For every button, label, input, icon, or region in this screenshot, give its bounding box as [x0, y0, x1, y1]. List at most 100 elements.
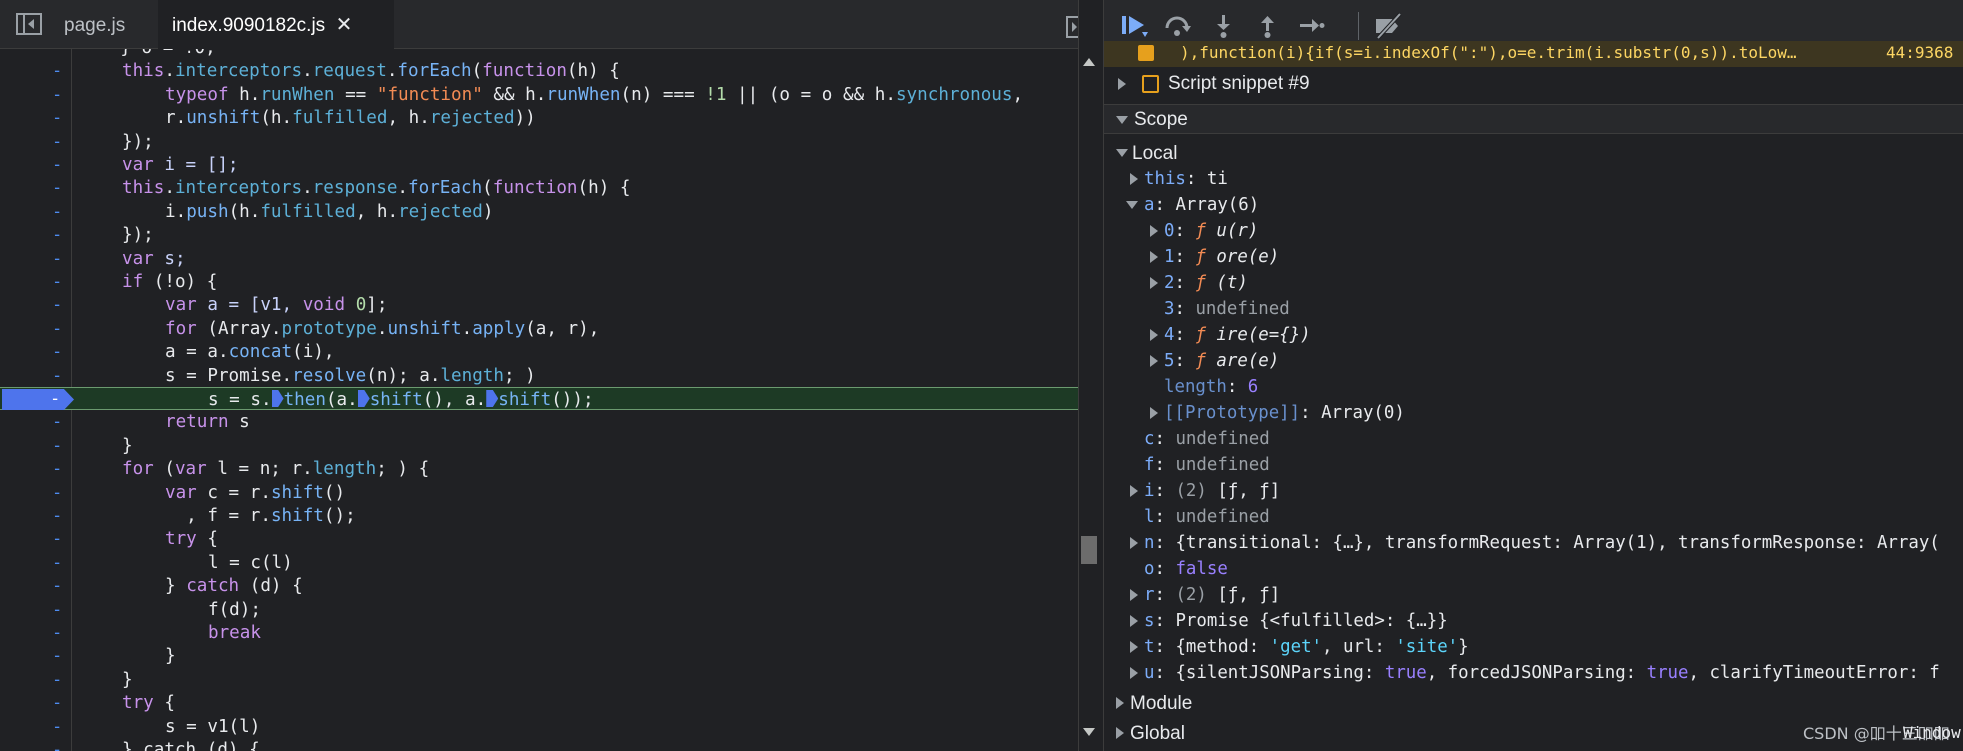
code-line[interactable]: - } catch (d) {	[0, 574, 1078, 598]
code-line[interactable]: - this.interceptors.response.forEach(fun…	[0, 176, 1078, 200]
line-gutter[interactable]: -	[0, 527, 72, 551]
deactivate-breakpoints-button[interactable]	[1372, 12, 1404, 40]
code-line[interactable]: - } o = !0;	[0, 49, 1078, 60]
code-line[interactable]: - f(d);	[0, 597, 1078, 621]
resume-button[interactable]	[1120, 12, 1152, 40]
expand-triangle-icon[interactable]	[1130, 641, 1138, 653]
collapse-triangle-icon[interactable]	[1116, 116, 1128, 124]
code-line[interactable]: - for (var l = n; r.length; ) {	[0, 457, 1078, 481]
scope-property[interactable]: n: {transitional: {…}, transformRequest:…	[1104, 530, 1963, 556]
scope-property[interactable]: length: 6	[1104, 374, 1963, 400]
code-line[interactable]: - var c = r.shift()	[0, 480, 1078, 504]
inline-breakpoint-icon[interactable]	[357, 390, 370, 407]
line-gutter[interactable]: -	[0, 49, 72, 60]
scope-property[interactable]: l: undefined	[1104, 504, 1963, 530]
line-gutter[interactable]: -	[0, 293, 72, 317]
code-line[interactable]: - break	[0, 621, 1078, 645]
scope-property[interactable]: t: {method: 'get', url: 'site'}	[1104, 634, 1963, 660]
line-gutter[interactable]: -	[0, 223, 72, 247]
collapse-triangle-icon[interactable]	[1116, 149, 1128, 157]
line-gutter[interactable]: -	[0, 714, 72, 738]
line-gutter[interactable]: -	[0, 153, 72, 177]
scope-section-header[interactable]: Scope	[1104, 104, 1963, 134]
expand-triangle-icon[interactable]	[1150, 355, 1158, 367]
scope-property[interactable]: r: (2) [ƒ, ƒ]	[1104, 582, 1963, 608]
tab-index-js[interactable]: index.9090182c.js ✕	[158, 0, 394, 49]
line-gutter[interactable]: -	[0, 129, 72, 153]
line-gutter[interactable]: -	[0, 550, 72, 575]
expand-triangle-icon[interactable]	[1130, 537, 1138, 549]
line-gutter[interactable]: -	[0, 480, 72, 504]
expand-triangle-icon[interactable]	[1150, 407, 1158, 419]
expand-triangle-icon[interactable]	[1150, 225, 1158, 237]
scope-property[interactable]: u: {silentJSONParsing: true, forcedJSONP…	[1104, 660, 1963, 686]
code-editor[interactable]: - } o = !0; - this.interceptors.request.…	[0, 49, 1078, 751]
code-line[interactable]: - , f = r.shift();	[0, 504, 1078, 528]
code-line[interactable]: - } catch (d) {	[0, 738, 1078, 751]
step-out-button[interactable]	[1252, 12, 1284, 40]
scope-property[interactable]: f: undefined	[1104, 452, 1963, 478]
close-tab-icon[interactable]: ✕	[332, 12, 356, 36]
line-gutter[interactable]: -	[0, 59, 72, 83]
editor-scrollbar[interactable]	[1078, 0, 1099, 751]
scope-property[interactable]: s: Promise {<fulfilled>: {…}}	[1104, 608, 1963, 634]
scope-property[interactable]: 4: ƒ ire(e={})	[1104, 322, 1963, 348]
inline-breakpoint-icon[interactable]	[486, 390, 499, 407]
scope-local[interactable]: Local	[1104, 140, 1963, 166]
scope-property[interactable]: 5: ƒ are(e)	[1104, 348, 1963, 374]
execution-pointer-marker[interactable]: -	[2, 389, 74, 410]
code-line[interactable]: - s = v1(l)	[0, 714, 1078, 738]
code-line[interactable]: - try {	[0, 691, 1078, 715]
toggle-navigator-icon[interactable]	[16, 12, 42, 36]
expand-triangle-icon[interactable]	[1130, 615, 1138, 627]
code-line[interactable]: - }	[0, 644, 1078, 668]
scope-property[interactable]: this: ti	[1104, 166, 1963, 192]
code-line[interactable]: - }	[0, 667, 1078, 692]
step-over-button[interactable]	[1162, 12, 1194, 40]
expand-triangle-icon[interactable]	[1130, 589, 1138, 601]
call-frame-item[interactable]: ),function(i){if(s=i.indexOf(":"),o=e.tr…	[1104, 41, 1963, 67]
code-line[interactable]: - if (!o) {	[0, 270, 1078, 294]
step-button[interactable]	[1296, 12, 1328, 40]
line-gutter[interactable]: -	[0, 340, 72, 364]
expand-triangle-icon[interactable]	[1118, 78, 1126, 90]
line-gutter[interactable]: -	[0, 176, 72, 200]
expand-triangle-icon[interactable]	[1130, 485, 1138, 497]
line-gutter[interactable]: -	[0, 667, 72, 692]
step-into-button[interactable]	[1208, 12, 1240, 40]
code-line[interactable]: - l = c(l)	[0, 550, 1078, 575]
scope-property[interactable]: 1: ƒ ore(e)	[1104, 244, 1963, 270]
code-line[interactable]: - return s	[0, 410, 1078, 434]
line-gutter[interactable]: -	[0, 433, 72, 458]
line-gutter[interactable]: -	[0, 738, 72, 751]
code-line[interactable]: - try {	[0, 527, 1078, 551]
code-line[interactable]: - }	[0, 433, 1078, 458]
scope-property[interactable]: i: (2) [ƒ, ƒ]	[1104, 478, 1963, 504]
scrollbar-thumb[interactable]	[1081, 536, 1097, 564]
line-gutter[interactable]: -	[0, 82, 72, 107]
line-gutter[interactable]: -	[0, 316, 72, 341]
scope-property[interactable]: 0: ƒ u(r)	[1104, 218, 1963, 244]
scope-property[interactable]: o: false	[1104, 556, 1963, 582]
scope-property[interactable]: 2: ƒ (t)	[1104, 270, 1963, 296]
paused-execution-line[interactable]: - s = s. then(a. shift(), a. shift());	[0, 387, 1078, 411]
line-gutter[interactable]: -	[0, 691, 72, 715]
expand-triangle-icon[interactable]	[1116, 697, 1124, 709]
call-frame-snippet[interactable]: Script snippet #9	[1104, 71, 1963, 96]
code-line[interactable]: - });	[0, 223, 1078, 247]
line-gutter[interactable]: -	[0, 457, 72, 481]
collapse-triangle-icon[interactable]	[1126, 201, 1138, 209]
scroll-down-arrow-icon[interactable]	[1083, 728, 1095, 736]
scope-module[interactable]: Module	[1104, 690, 1963, 716]
expand-triangle-icon[interactable]	[1150, 251, 1158, 263]
line-gutter[interactable]: -	[0, 410, 72, 434]
code-line[interactable]: - a = a.concat(i),	[0, 340, 1078, 364]
line-gutter[interactable]: -	[0, 199, 72, 224]
expand-triangle-icon[interactable]	[1130, 173, 1138, 185]
line-gutter[interactable]: -	[0, 363, 72, 387]
code-line[interactable]: - var i = [];	[0, 153, 1078, 177]
code-line[interactable]: - for (Array.prototype.unshift.apply(a, …	[0, 316, 1078, 341]
expand-triangle-icon[interactable]	[1130, 667, 1138, 679]
line-gutter[interactable]: -	[0, 597, 72, 621]
scope-property[interactable]: 3: undefined	[1104, 296, 1963, 322]
